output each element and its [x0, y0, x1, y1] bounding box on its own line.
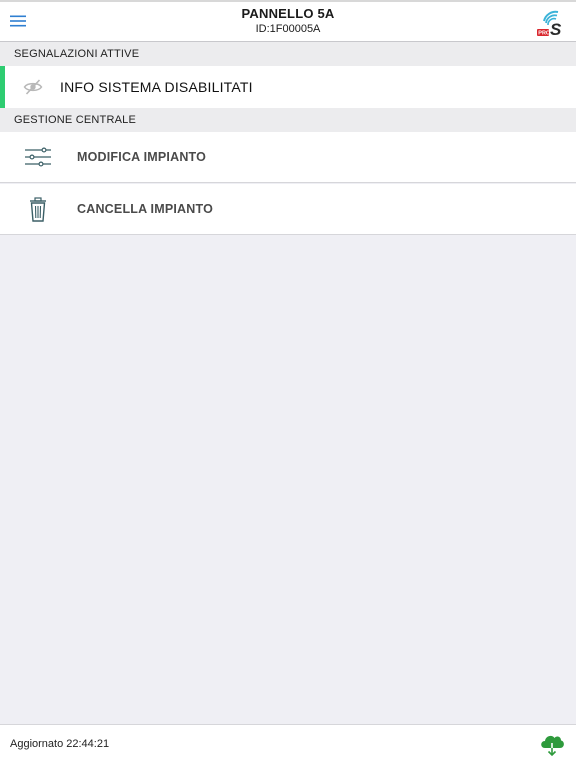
logo-badge-text: PRO — [538, 31, 551, 37]
status-footer: Aggiornato 22:44:21 — [0, 724, 576, 768]
sliders-icon — [24, 145, 52, 171]
trash-icon — [24, 197, 52, 223]
cloud-download-icon — [541, 735, 564, 757]
top-bar: PANNELLO 5A ID:1F00005A S PRO — [0, 0, 576, 42]
alert-label: INFO SISTEMA DISABILITATI — [60, 79, 253, 95]
svg-text:S: S — [550, 20, 562, 38]
pro-s-wireless-logo: S PRO — [537, 10, 562, 39]
edit-system-label: MODIFICA IMPIANTO — [77, 150, 207, 164]
page-title: PANNELLO 5A — [241, 6, 335, 21]
delete-system-row[interactable]: CANCELLA IMPIANTO — [0, 184, 576, 235]
device-id: ID:1F00005A — [255, 23, 321, 35]
edit-system-row[interactable]: MODIFICA IMPIANTO — [0, 132, 576, 183]
section-header-central-management: GESTIONE CENTRALE — [0, 108, 576, 132]
app-logo: S PRO — [536, 8, 566, 39]
alert-row-system-info-disabled[interactable]: INFO SISTEMA DISABILITATI — [0, 66, 576, 108]
hamburger-menu-icon — [10, 15, 26, 27]
cloud-sync-button[interactable] — [538, 731, 566, 757]
section-header-active-alerts: SEGNALAZIONI ATTIVE — [0, 42, 576, 66]
delete-system-label: CANCELLA IMPIANTO — [77, 202, 214, 216]
title-block: PANNELLO 5A ID:1F00005A — [120, 6, 456, 36]
last-updated-text: Aggiornato 22:44:21 — [10, 738, 110, 750]
eye-slash-icon — [23, 78, 43, 96]
menu-button[interactable] — [8, 11, 28, 31]
